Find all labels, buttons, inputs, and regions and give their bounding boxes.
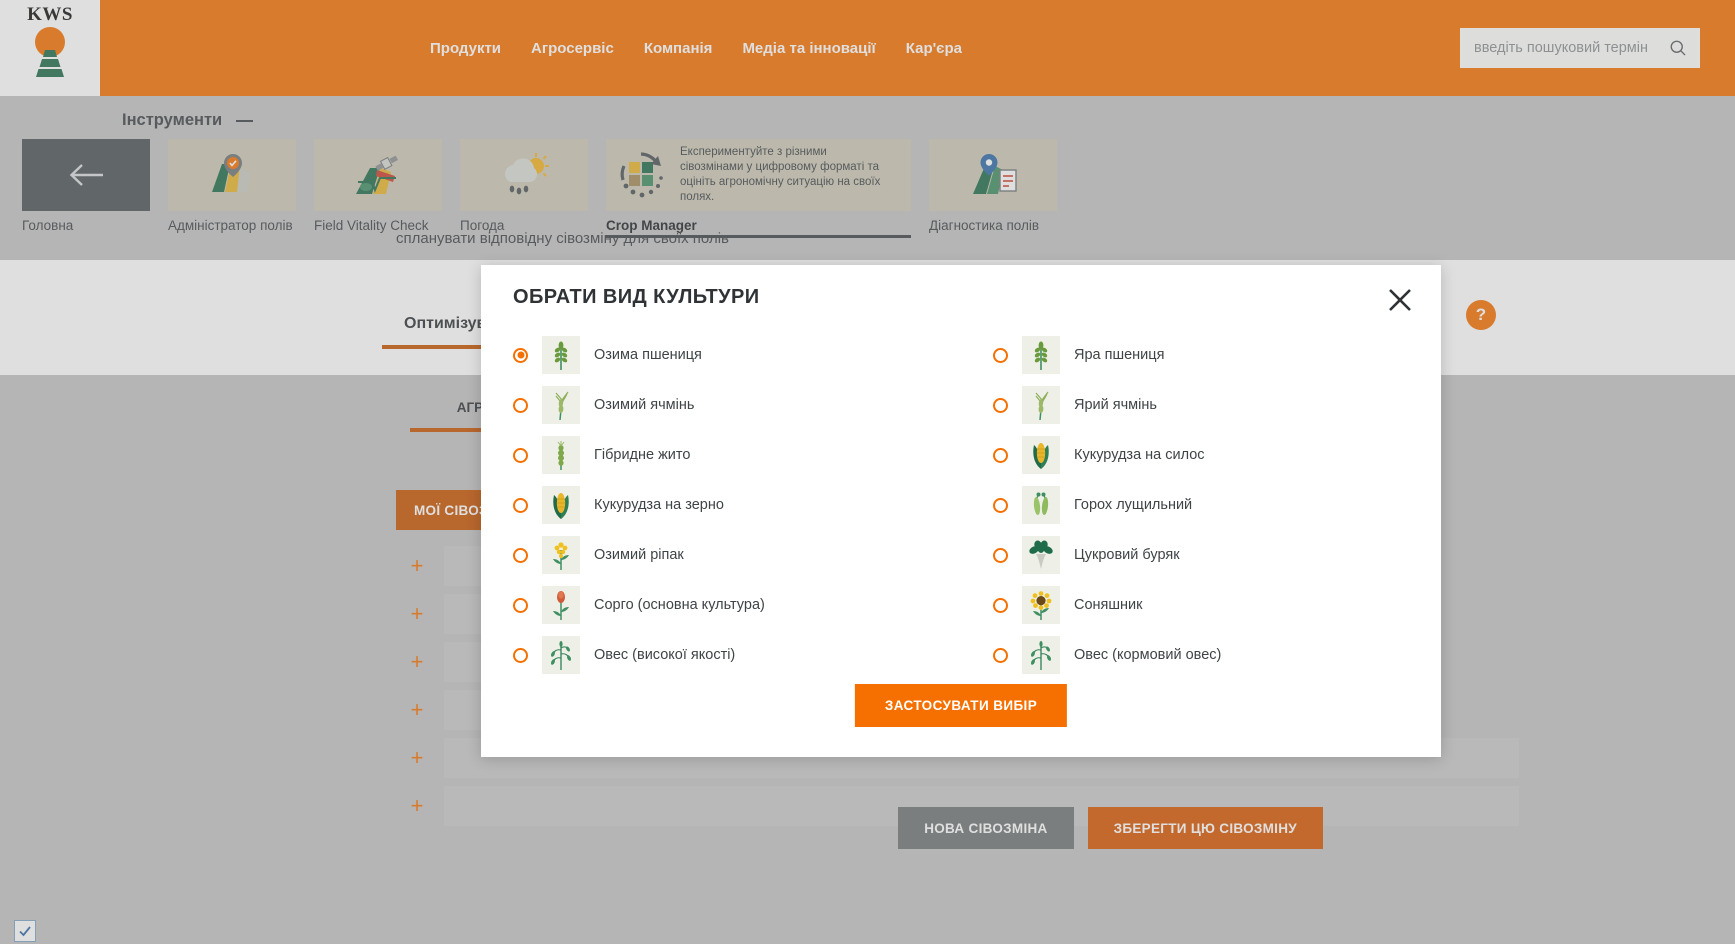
radio-sugar-beet[interactable] — [993, 547, 1008, 563]
crop-label: Цукровий буряк — [1074, 547, 1180, 563]
crop-option-spring-barley[interactable]: Ярий ячмінь — [993, 380, 1157, 430]
barley-icon — [1022, 386, 1060, 424]
crop-option-sunflower[interactable]: Соняшник — [993, 580, 1142, 630]
radio-spring-wheat[interactable] — [993, 347, 1008, 363]
radio-sorghum[interactable] — [513, 597, 528, 613]
crop-columns: Озима пшениця Озимий ячмінь Гібридне жит… — [481, 330, 1441, 680]
crop-option-fodder-oat[interactable]: Овес (кормовий овес) — [993, 630, 1221, 680]
wheat-icon — [1022, 336, 1060, 374]
close-x-icon — [1389, 289, 1411, 311]
pea-icon — [1022, 486, 1060, 524]
close-icon[interactable] — [1383, 283, 1417, 317]
radio-fodder-oat[interactable] — [993, 647, 1008, 663]
oat-icon — [1022, 636, 1060, 674]
crop-label: Горох лущильний — [1074, 497, 1193, 513]
apply-selection-button[interactable]: ЗАСТОСУВАТИ ВИБІР — [854, 684, 1068, 727]
crop-column-right: Яра пшениця Ярий ячмінь Кукурудза на сил… — [516, 330, 1221, 680]
radio-shelling-pea[interactable] — [993, 497, 1008, 513]
radio-silage-maize[interactable] — [993, 447, 1008, 463]
crop-option-sugar-beet[interactable]: Цукровий буряк — [993, 530, 1180, 580]
crop-option-spring-wheat[interactable]: Яра пшениця — [993, 330, 1164, 380]
radio-winter-barley[interactable] — [513, 397, 528, 413]
radio-sunflower[interactable] — [993, 597, 1008, 613]
crop-label: Ярий ячмінь — [1074, 397, 1157, 413]
crop-option-silage-maize[interactable]: Кукурудза на силос — [993, 430, 1205, 480]
crop-label: Соняшник — [1074, 597, 1143, 613]
radio-quality-oat[interactable] — [513, 647, 528, 663]
radio-winter-rapeseed[interactable] — [513, 547, 528, 563]
select-crop-modal: ОБРАТИ ВИД КУЛЬТУРИ Озима пшениця Озимий… — [481, 265, 1441, 757]
maize-silage-icon — [1022, 436, 1060, 474]
crop-label: Овес (кормовий овес) — [1074, 647, 1222, 663]
crop-label: Кукурудза на силос — [1074, 447, 1205, 463]
radio-grain-maize[interactable] — [513, 497, 528, 513]
modal-title: ОБРАТИ ВИД КУЛЬТУРИ — [513, 286, 760, 308]
radio-spring-barley[interactable] — [993, 397, 1008, 413]
app-root: KWS Продукти Агросервіс Компанія Медіа т… — [0, 0, 1735, 944]
crop-option-shelling-pea[interactable]: Горох лущильний — [993, 480, 1192, 530]
sunflower-icon — [1022, 586, 1060, 624]
sugarbeet-icon — [1022, 536, 1060, 574]
crop-label: Яра пшениця — [1074, 347, 1165, 363]
radio-winter-wheat[interactable] — [513, 347, 528, 363]
radio-hybrid-rye[interactable] — [513, 447, 528, 463]
